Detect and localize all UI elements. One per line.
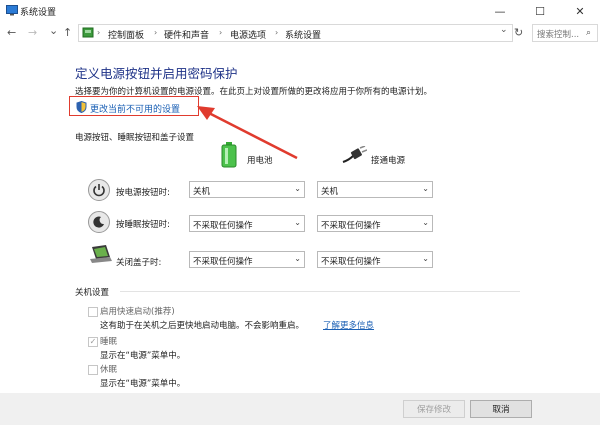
cancel-button[interactable]: 取消 — [470, 400, 532, 418]
power-button-label: 按电源按钮时: — [116, 188, 170, 198]
learn-more-link[interactable]: 了解更多信息 — [323, 319, 374, 331]
buttons-section-title: 电源按钮、睡眠按钮和盖子设置 — [75, 133, 195, 143]
power-button-plugged-select[interactable]: 关机 ⌄ — [317, 181, 433, 198]
sleep-option-label: 睡眠 — [100, 337, 118, 347]
window-icon — [6, 4, 18, 16]
sleep-button-battery-value: 不采取任何操作 — [193, 221, 253, 231]
maximize-button[interactable]: ☐ — [520, 0, 560, 22]
breadcrumb-hardware-sound[interactable]: 硬件和声音 — [164, 28, 209, 41]
sleep-button-icon — [88, 211, 110, 233]
sleep-option-description: 显示在“电源”菜单中。 — [100, 351, 186, 361]
power-button-battery-value: 关机 — [193, 187, 211, 197]
power-button-battery-select[interactable]: 关机 ⌄ — [189, 181, 305, 198]
breadcrumb-system-settings[interactable]: 系统设置 — [285, 28, 321, 41]
battery-icon — [220, 142, 238, 171]
plug-icon — [341, 145, 368, 167]
back-button[interactable]: ← — [7, 26, 16, 39]
sleep-button-label: 按睡眠按钮时: — [116, 220, 170, 230]
hibernate-option-description: 显示在“电源”菜单中。 — [100, 379, 186, 389]
battery-column-header: 用电池 — [247, 156, 273, 166]
forward-button[interactable]: → — [28, 26, 37, 39]
lid-label: 关闭盖子时: — [116, 258, 162, 268]
chevron-down-icon: ⌄ — [422, 184, 429, 193]
fast-startup-description: 这有助于在关机之后更快地启动电脑。不会影响重启。 — [100, 321, 305, 331]
refresh-button[interactable]: ↻ — [514, 26, 523, 39]
chevron-down-icon: ⌄ — [294, 254, 301, 263]
window-title: 系统设置 — [20, 8, 57, 18]
laptop-lid-icon — [88, 245, 114, 268]
breadcrumb-power-options[interactable]: 电源选项 — [230, 28, 266, 41]
fast-startup-label: 启用快速启动(推荐) — [100, 307, 175, 317]
control-panel-icon — [82, 26, 94, 42]
fast-startup-checkbox[interactable] — [88, 307, 98, 317]
breadcrumb-separator: › — [275, 28, 279, 37]
sleep-button-battery-select[interactable]: 不采取任何操作 ⌄ — [189, 215, 305, 232]
section-divider — [120, 291, 520, 292]
chevron-down-icon: ⌄ — [422, 218, 429, 227]
breadcrumb-control-panel[interactable]: 控制面板 — [108, 28, 144, 41]
shutdown-section-title: 关机设置 — [75, 288, 110, 298]
page-title: 定义电源按钮并启用密码保护 — [75, 66, 238, 81]
change-unavailable-settings-link[interactable]: 更改当前不可用的设置 — [90, 102, 180, 115]
sleep-checkbox[interactable]: ✓ — [88, 337, 98, 347]
search-input[interactable]: 搜索控制... — [537, 28, 579, 40]
address-dropdown-icon[interactable]: ⌄ — [500, 25, 508, 35]
lid-battery-value: 不采取任何操作 — [193, 257, 253, 267]
up-button[interactable]: ↑ — [63, 26, 72, 39]
sleep-button-plugged-value: 不采取任何操作 — [321, 221, 381, 231]
breadcrumb-separator: › — [97, 28, 101, 37]
power-button-icon — [88, 179, 110, 201]
lid-battery-select[interactable]: 不采取任何操作 ⌄ — [189, 251, 305, 268]
plugged-column-header: 接通电源 — [371, 156, 406, 166]
hibernate-option-label: 休眠 — [100, 365, 118, 375]
sleep-button-plugged-select[interactable]: 不采取任何操作 ⌄ — [317, 215, 433, 232]
breadcrumb-separator: › — [219, 28, 223, 37]
lid-plugged-value: 不采取任何操作 — [321, 257, 381, 267]
shield-icon — [76, 100, 87, 116]
lid-plugged-select[interactable]: 不采取任何操作 ⌄ — [317, 251, 433, 268]
chevron-down-icon: ⌄ — [294, 184, 301, 193]
close-button[interactable]: ✕ — [560, 0, 600, 22]
hibernate-checkbox[interactable] — [88, 365, 98, 375]
chevron-down-icon: ⌄ — [294, 218, 301, 227]
minimize-button[interactable]: — — [480, 0, 520, 22]
power-button-plugged-value: 关机 — [321, 187, 339, 197]
save-changes-button[interactable]: 保存修改 — [403, 400, 465, 418]
breadcrumb-separator: › — [154, 28, 158, 37]
chevron-down-icon: ⌄ — [422, 254, 429, 263]
search-icon[interactable]: ⌕ — [586, 28, 591, 38]
recent-locations-button[interactable]: ⌄ — [49, 24, 58, 37]
